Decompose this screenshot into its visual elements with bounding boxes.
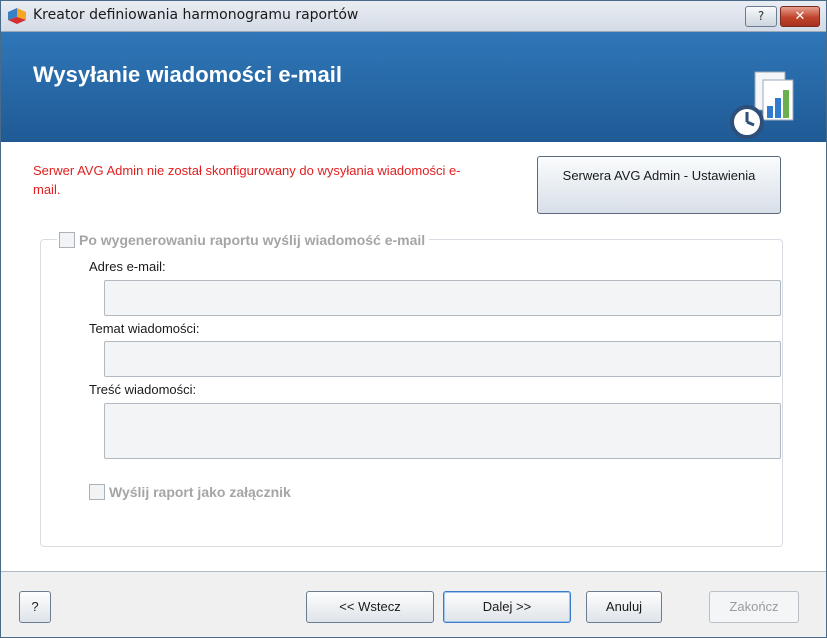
avg-logo-icon <box>8 8 26 24</box>
title-help-button[interactable]: ? <box>745 6 777 27</box>
finish-button: Zakończ <box>709 591 799 623</box>
send-email-checkbox-row[interactable]: Po wygenerowaniu raportu wyślij wiadomoś… <box>57 229 430 251</box>
smtp-warning-text: Serwer AVG Admin nie został skonfigurowa… <box>33 163 461 197</box>
message-body-field[interactable] <box>104 403 781 459</box>
report-schedule-icon <box>730 71 794 139</box>
attach-report-label: Wyślij raport jako załącznik <box>109 483 291 500</box>
send-email-label: Po wygenerowaniu raportu wyślij wiadomoś… <box>79 231 426 248</box>
title-bar: Kreator definiowania harmonogramu raport… <box>1 1 826 32</box>
close-button[interactable]: ✕ <box>780 6 820 27</box>
server-settings-button[interactable]: Serwera AVG Admin - Ustawienia <box>537 156 781 214</box>
window-title: Kreator definiowania harmonogramu raport… <box>33 7 359 23</box>
message-body-label: Treść wiadomości: <box>89 382 197 397</box>
next-button[interactable]: Dalej >> <box>443 591 571 623</box>
send-email-checkbox[interactable] <box>59 231 75 248</box>
header-banner: Wysyłanie wiadomości e-mail <box>1 32 826 142</box>
cancel-button[interactable]: Anuluj <box>586 591 662 623</box>
attach-report-checkbox[interactable] <box>89 483 105 500</box>
subject-field[interactable] <box>104 341 781 377</box>
email-address-field[interactable] <box>104 280 781 316</box>
subject-label: Temat wiadomości: <box>89 321 200 336</box>
help-button[interactable]: ? <box>19 591 51 623</box>
wizard-window: Kreator definiowania harmonogramu raport… <box>0 0 827 638</box>
attach-report-checkbox-row[interactable]: Wyślij raport jako załącznik <box>89 481 291 500</box>
email-address-label: Adres e-mail: <box>89 259 166 274</box>
back-button[interactable]: << Wstecz <box>306 591 434 623</box>
page-title: Wysyłanie wiadomości e-mail <box>33 62 342 87</box>
